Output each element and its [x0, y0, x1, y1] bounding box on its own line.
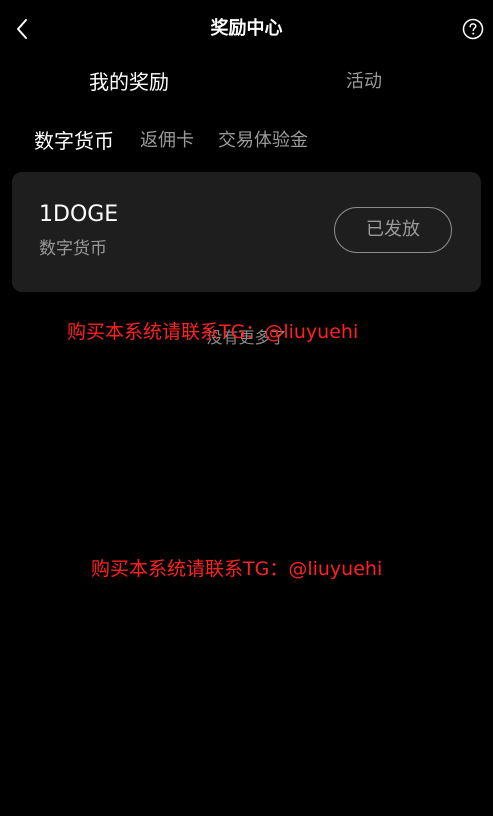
top-bar: 奖励中心 — [0, 0, 493, 58]
reward-status-button[interactable]: 已发放 — [334, 207, 452, 253]
subtab-rebate-card[interactable]: 返佣卡 — [140, 124, 194, 158]
subtab-trial-fund[interactable]: 交易体验金 — [218, 124, 308, 158]
subtab-digital-currency[interactable]: 数字货币 — [34, 124, 114, 158]
tab-activities[interactable]: 活动 — [330, 64, 398, 100]
reward-card: 1DOGE 数字货币 已发放 — [12, 172, 481, 292]
reward-type: 数字货币 — [39, 239, 107, 259]
watermark-text: 购买本系统请联系TG：@liuyuehi — [67, 321, 359, 343]
reward-category-tabs: 数字货币 返佣卡 交易体验金 — [0, 124, 493, 158]
page-title: 奖励中心 — [210, 18, 283, 39]
tab-my-rewards[interactable]: 我的奖励 — [78, 64, 180, 100]
question-circle-icon — [462, 18, 484, 40]
main-tabs: 我的奖励 活动 — [0, 64, 493, 100]
reward-amount: 1DOGE — [39, 202, 119, 227]
help-button[interactable] — [461, 17, 485, 41]
watermark-text: 购买本系统请联系TG：@liuyuehi — [91, 558, 383, 580]
